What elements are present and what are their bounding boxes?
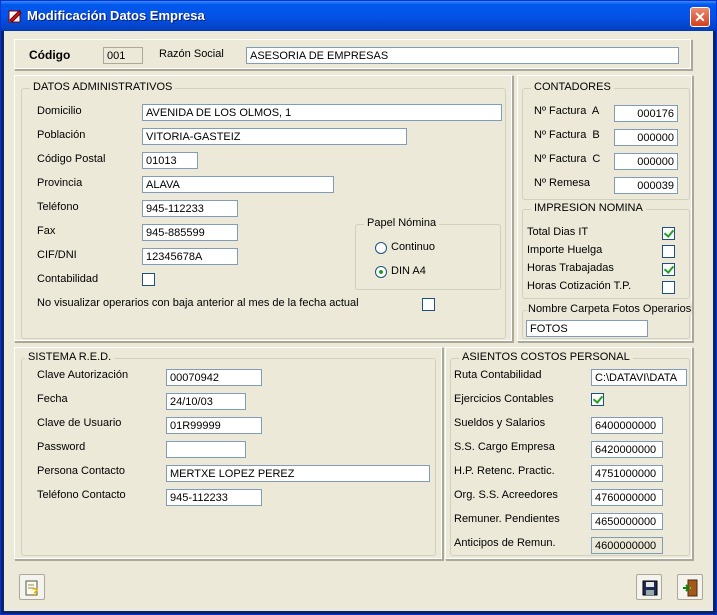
asientos-title: ASIENTOS COSTOS PERSONAL bbox=[459, 351, 633, 363]
admin-panel: DATOS ADMINISTRATIVOS Domicilio AVENIDA … bbox=[14, 75, 513, 342]
org-ss-input[interactable]: 4760000000 bbox=[591, 489, 663, 506]
provincia-label: Provincia bbox=[37, 177, 83, 189]
hp-retenc-input[interactable]: 4751000000 bbox=[591, 465, 663, 482]
factura-a-label: Nº Factura A bbox=[534, 105, 600, 117]
close-button[interactable]: ✕ bbox=[690, 7, 710, 27]
help-button[interactable]: ? bbox=[19, 574, 45, 600]
sueldos-input[interactable]: 6400000000 bbox=[591, 417, 663, 434]
contadores-panel: CONTADORES Nº Factura A 000176 Nº Factur… bbox=[517, 75, 693, 342]
ruta-contabilidad-label: Ruta Contabilidad bbox=[454, 369, 542, 381]
factura-b-label: Nº Factura B bbox=[534, 129, 600, 141]
anticipos-label: Anticipos de Remun. bbox=[454, 537, 556, 549]
persona-contacto-input[interactable]: MERTXE LOPEZ PEREZ bbox=[166, 465, 430, 482]
papel-nomina-title: Papel Nómina bbox=[364, 217, 440, 229]
contabilidad-checkbox[interactable] bbox=[142, 273, 155, 286]
domicilio-input[interactable]: AVENIDA DE LOS OLMOS, 1 bbox=[142, 104, 502, 121]
factura-b-input[interactable]: 000000 bbox=[614, 129, 678, 146]
horas-trabajadas-label: Horas Trabajadas bbox=[527, 262, 614, 274]
importe-huelga-label: Importe Huelga bbox=[527, 244, 603, 256]
telefono-contacto-input[interactable]: 945-112233 bbox=[166, 489, 262, 506]
continuo-label[interactable]: Continuo bbox=[391, 241, 435, 253]
din-a4-radio[interactable] bbox=[375, 266, 387, 278]
remuner-input[interactable]: 4650000000 bbox=[591, 513, 663, 530]
app-icon bbox=[8, 10, 22, 23]
telefono-label: Teléfono bbox=[37, 201, 79, 213]
papel-nomina-groupbox: Papel Nómina bbox=[355, 217, 501, 290]
cif-input[interactable]: 12345678A bbox=[142, 248, 238, 265]
admin-title: DATOS ADMINISTRATIVOS bbox=[30, 81, 176, 93]
no-visualizar-checkbox[interactable] bbox=[422, 298, 435, 311]
domicilio-label: Domicilio bbox=[37, 105, 82, 117]
cif-label: CIF/DNI bbox=[37, 249, 77, 261]
factura-c-label: Nº Factura C bbox=[534, 153, 601, 165]
factura-a-input[interactable]: 000176 bbox=[614, 105, 678, 122]
clave-autorizacion-label: Clave Autorización bbox=[37, 369, 129, 381]
remuner-label: Remuner. Pendientes bbox=[454, 513, 560, 525]
close-icon: ✕ bbox=[694, 9, 706, 25]
fecha-label: Fecha bbox=[37, 393, 68, 405]
importe-huelga-checkbox[interactable] bbox=[662, 245, 675, 258]
fax-label: Fax bbox=[37, 225, 56, 237]
contadores-title: CONTADORES bbox=[531, 81, 614, 93]
codigo-field: 001 bbox=[103, 47, 143, 64]
ejercicios-contables-checkbox[interactable] bbox=[591, 393, 604, 406]
svg-text:?: ? bbox=[32, 586, 38, 597]
red-title: SISTEMA R.E.D. bbox=[25, 351, 115, 363]
codigo-postal-input[interactable]: 01013 bbox=[142, 152, 198, 169]
razon-social-label: Razón Social bbox=[159, 48, 224, 60]
impresion-title: IMPRESION NOMINA bbox=[531, 202, 646, 214]
anticipos-input[interactable]: 4600000000 bbox=[591, 537, 663, 554]
title-bar[interactable]: Modificación Datos Empresa ✕ bbox=[1, 1, 716, 31]
ruta-contabilidad-input[interactable]: C:\DATAVI\DATA bbox=[591, 369, 687, 386]
window-title: Modificación Datos Empresa bbox=[27, 8, 205, 23]
hp-retenc-label: H.P. Retenc. Practic. bbox=[454, 465, 555, 477]
horas-cotizacion-label: Horas Cotización T.P. bbox=[527, 280, 632, 292]
clave-usuario-input[interactable]: 01R99999 bbox=[166, 417, 262, 434]
org-ss-label: Org. S.S. Acreedores bbox=[454, 489, 558, 501]
poblacion-label: Población bbox=[37, 129, 86, 141]
codigo-label: Código bbox=[29, 48, 71, 62]
asientos-panel: ASIENTOS COSTOS PERSONAL Ruta Contabilid… bbox=[445, 347, 693, 560]
poblacion-input[interactable]: VITORIA-GASTEIZ bbox=[142, 128, 407, 145]
no-visualizar-label: No visualizar operarios con baja anterio… bbox=[37, 297, 359, 309]
red-panel: SISTEMA R.E.D. Clave Autorización 000709… bbox=[14, 347, 443, 560]
exit-door-icon bbox=[683, 579, 698, 597]
floppy-disk-icon bbox=[642, 580, 658, 596]
clave-usuario-label: Clave de Usuario bbox=[37, 417, 122, 429]
password-label: Password bbox=[37, 441, 86, 453]
telefono-input[interactable]: 945-112233 bbox=[142, 200, 238, 217]
contabilidad-label: Contabilidad bbox=[37, 273, 99, 285]
codigo-postal-label: Código Postal bbox=[37, 153, 106, 165]
sueldos-label: Sueldos y Salarios bbox=[454, 417, 546, 429]
remesa-input[interactable]: 000039 bbox=[614, 177, 678, 194]
ss-cargo-label: S.S. Cargo Empresa bbox=[454, 441, 555, 453]
horas-cotizacion-checkbox[interactable] bbox=[662, 281, 675, 294]
fotos-input[interactable]: FOTOS bbox=[526, 320, 648, 337]
header-panel: Código 001 Razón Social ASESORIA DE EMPR… bbox=[14, 39, 692, 70]
ss-cargo-input[interactable]: 6420000000 bbox=[591, 441, 663, 458]
remesa-label: Nº Remesa bbox=[534, 177, 590, 189]
telefono-contacto-label: Teléfono Contacto bbox=[37, 489, 126, 501]
help-icon: ? bbox=[25, 580, 38, 597]
total-dias-it-checkbox[interactable] bbox=[662, 227, 675, 240]
save-button[interactable] bbox=[636, 574, 662, 600]
din-a4-label[interactable]: DIN A4 bbox=[391, 265, 426, 277]
clave-autorizacion-input[interactable]: 00070942 bbox=[166, 369, 262, 386]
horas-trabajadas-checkbox[interactable] bbox=[662, 263, 675, 276]
provincia-input[interactable]: ALAVA bbox=[142, 176, 334, 193]
fax-input[interactable]: 945-885599 bbox=[142, 224, 238, 241]
password-input[interactable] bbox=[166, 441, 246, 458]
dialog-body: Código 001 Razón Social ASESORIA DE EMPR… bbox=[4, 31, 713, 611]
dialog-window: Modificación Datos Empresa ✕ Código 001 … bbox=[0, 0, 717, 615]
persona-contacto-label: Persona Contacto bbox=[37, 465, 126, 477]
ejercicios-contables-label: Ejercicios Contables bbox=[454, 393, 554, 405]
continuo-radio[interactable] bbox=[375, 242, 387, 254]
fecha-input[interactable]: 24/10/03 bbox=[166, 393, 246, 410]
total-dias-it-label: Total Dias IT bbox=[527, 226, 589, 238]
factura-c-input[interactable]: 000000 bbox=[614, 153, 678, 170]
exit-button[interactable] bbox=[677, 574, 703, 600]
fotos-title: Nombre Carpeta Fotos Operarios bbox=[527, 303, 693, 315]
razon-social-input[interactable]: ASESORIA DE EMPRESAS bbox=[246, 47, 679, 64]
